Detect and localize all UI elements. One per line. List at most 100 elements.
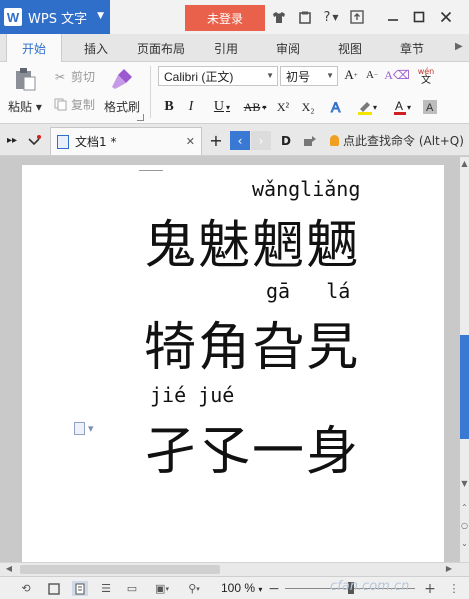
ruby-pinyin: jié jué xyxy=(150,383,235,407)
scrollbar-thumb[interactable] xyxy=(20,565,220,574)
new-tab-button[interactable]: + xyxy=(206,131,226,150)
separator xyxy=(150,66,151,118)
chevron-right-icon[interactable]: ▶ xyxy=(455,41,467,55)
highlight-button[interactable]: ▾ xyxy=(352,98,382,116)
scroll-tabs-left-button[interactable]: ‹ xyxy=(230,131,250,150)
scroll-up-icon[interactable]: ▲ xyxy=(460,159,469,168)
dialog-launcher-icon[interactable] xyxy=(137,114,144,121)
ribbon-tabs: 开始 插入 页面布局 引用 审阅 视图 章节 ▶ xyxy=(0,34,469,63)
format-painter-label: 格式刷 xyxy=(104,100,141,114)
scrollbar-thumb[interactable] xyxy=(460,335,469,439)
skin-icon[interactable] xyxy=(296,8,314,26)
share-icon[interactable] xyxy=(348,8,366,26)
cut-button[interactable]: ✂ 剪切 xyxy=(52,68,95,85)
lightbulb-icon xyxy=(330,135,339,146)
clipboard-icon xyxy=(12,66,38,92)
browse-object-icon[interactable]: ○ xyxy=(460,521,469,530)
next-page-icon[interactable]: ⌄ xyxy=(460,539,469,548)
minimize-icon[interactable] xyxy=(384,8,402,26)
ruby-text: 犄角旮旯 xyxy=(144,318,361,378)
document-page[interactable]: wǎngliǎng 鬼魅魍魉 gā lá 犄角旮旯 jié jué 孑孓一身 ▾ xyxy=(22,165,444,562)
scissors-icon: ✂ xyxy=(54,69,66,84)
fullscreen-icon[interactable] xyxy=(46,581,62,596)
chevron-right-icon[interactable]: ▸▸ xyxy=(2,131,22,150)
strikethrough-label: AB xyxy=(243,99,261,114)
history-icon[interactable]: ⟲ xyxy=(18,581,34,596)
zoom-in-icon[interactable]: + xyxy=(422,581,438,597)
wps-logo-icon: W xyxy=(4,8,22,26)
svg-text:A: A xyxy=(395,99,403,113)
superscript-button[interactable]: X² xyxy=(273,98,293,116)
grow-font-button[interactable]: A + xyxy=(342,66,360,84)
app-menu-button[interactable]: W WPS 文字 ▼ xyxy=(0,0,110,34)
tab-chapter[interactable]: 章节 xyxy=(384,34,440,62)
eye-protection-icon[interactable]: ⚲ ▾ xyxy=(182,581,206,596)
document-title: 文档1 * xyxy=(75,135,117,149)
copy-icon xyxy=(52,97,68,113)
font-name-value: Calibri (正文) xyxy=(164,69,234,84)
scroll-down-icon[interactable]: ▼ xyxy=(460,479,469,488)
svg-text:A: A xyxy=(426,102,434,114)
ruby-text: 孑孓一身 xyxy=(144,422,361,482)
underline-label: U xyxy=(213,99,225,114)
command-search[interactable]: 点此查找命令 (Alt+Q) xyxy=(330,132,464,149)
font-name-select[interactable]: Calibri (正文) ▼ xyxy=(158,66,278,86)
document-area: wǎngliǎng 鬼魅魍魉 gā lá 犄角旮旯 jié jué 孑孓一身 ▾ xyxy=(0,157,460,562)
copy-label: 复制 xyxy=(71,98,96,112)
text-effect-button[interactable]: A xyxy=(326,98,348,116)
settings-icon[interactable]: ⋮ xyxy=(446,581,462,596)
quick-access-icon[interactable] xyxy=(24,131,44,150)
chevron-down-icon: ▼ xyxy=(326,71,334,80)
close-icon[interactable]: ✕ xyxy=(186,135,195,148)
reading-view-icon[interactable]: ▭ xyxy=(124,581,140,596)
page-view-icon[interactable] xyxy=(72,581,88,596)
collapse-icon[interactable]: D xyxy=(276,131,296,150)
char-shading-button[interactable]: A xyxy=(421,98,439,116)
paragraph-layout-icon[interactable]: ▾ xyxy=(74,422,94,435)
help-icon[interactable]: ? ▼ xyxy=(318,8,344,26)
format-painter-button[interactable]: 格式刷 xyxy=(104,66,140,115)
copy-button[interactable]: 复制 xyxy=(52,96,95,113)
maximize-icon[interactable] xyxy=(410,8,428,26)
tab-view[interactable]: 视图 xyxy=(322,34,378,62)
zoom-value: 100 % xyxy=(221,581,256,595)
italic-button[interactable]: I xyxy=(182,98,200,116)
tab-insert[interactable]: 插入 xyxy=(68,34,124,62)
scroll-left-icon[interactable]: ◀ xyxy=(4,564,14,573)
zoom-out-icon[interactable]: − xyxy=(266,581,282,597)
subscript-button[interactable]: X₂ xyxy=(298,98,318,116)
paste-label: 粘贴 xyxy=(8,100,33,114)
zoom-level[interactable]: 100 % ▾ xyxy=(221,581,262,595)
font-size-select[interactable]: 初号 ▼ xyxy=(280,66,338,86)
underline-button[interactable]: U ▾ xyxy=(208,98,236,116)
document-tab-bar: ▸▸ 文档1 * ✕ + ‹ › D 点此查找命令 (Alt+Q) xyxy=(0,124,469,156)
tab-home[interactable]: 开始 xyxy=(6,34,62,63)
web-view-icon[interactable]: ▣ ▾ xyxy=(150,581,174,596)
strikethrough-button[interactable]: AB ▾ xyxy=(240,98,270,116)
ribbon-home: 粘贴 ▾ ✂ 剪切 复制 格式刷 Calibri (正文) ▼ 初号 ▼ A + … xyxy=(0,62,469,124)
shirt-icon[interactable] xyxy=(270,8,288,26)
tab-page-layout[interactable]: 页面布局 xyxy=(130,34,192,62)
clear-format-button[interactable]: A⌫ xyxy=(384,66,410,84)
jump-icon[interactable] xyxy=(300,131,320,150)
bold-button[interactable]: B xyxy=(160,98,178,116)
horizontal-scrollbar[interactable]: ◀ ▶ xyxy=(0,562,469,576)
phonetic-guide-button[interactable]: wén 文 xyxy=(412,64,440,88)
title-bar: W WPS 文字 ▼ 未登录 ? ▼ xyxy=(0,0,469,34)
font-color-button[interactable]: A ▾ xyxy=(388,98,416,116)
brush-icon xyxy=(109,66,135,92)
outline-view-icon[interactable]: ☰ xyxy=(98,581,114,596)
ruby-pinyin: gā lá xyxy=(266,279,351,303)
previous-page-icon[interactable]: ⌃ xyxy=(460,503,469,512)
paste-button[interactable]: 粘贴 ▾ xyxy=(8,66,42,115)
tab-document[interactable]: 文档1 * ✕ xyxy=(50,127,202,155)
page-corner-mark xyxy=(139,165,163,171)
vertical-scrollbar[interactable]: ▲ ▼ ⌃ ○ ⌄ xyxy=(460,157,469,562)
tab-review[interactable]: 审阅 xyxy=(260,34,316,62)
shrink-font-button[interactable]: A − xyxy=(363,66,381,84)
tab-references[interactable]: 引用 xyxy=(198,34,254,62)
login-button[interactable]: 未登录 xyxy=(185,5,265,31)
close-icon[interactable] xyxy=(437,8,455,26)
scroll-tabs-right-button[interactable]: › xyxy=(251,131,271,150)
scroll-right-icon[interactable]: ▶ xyxy=(444,564,454,573)
